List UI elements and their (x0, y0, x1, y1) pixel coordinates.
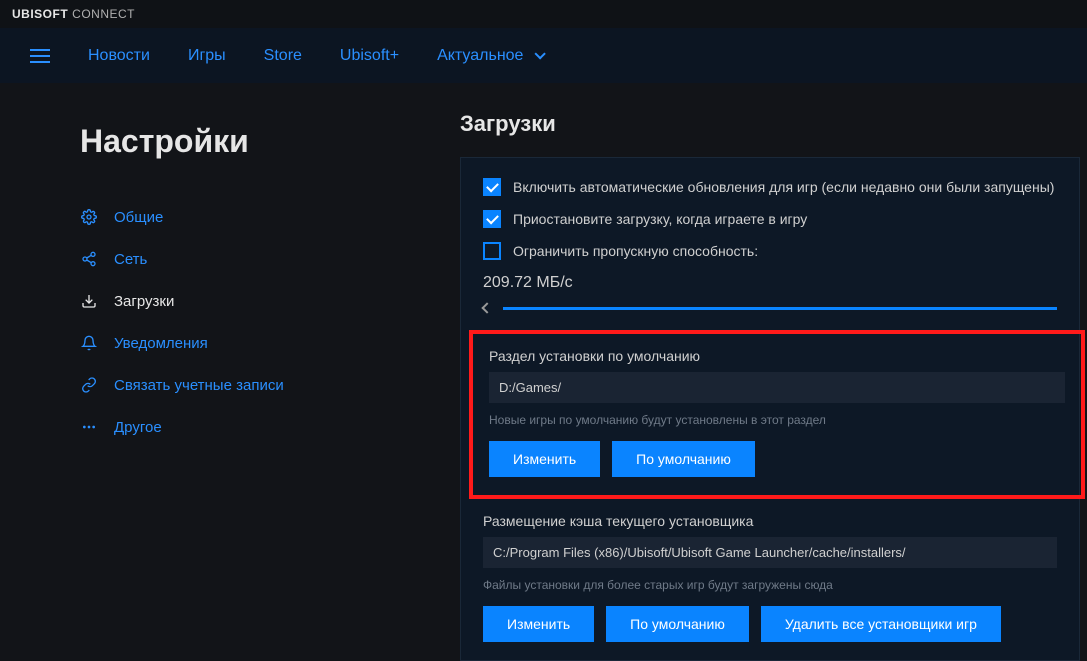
cache-path-label: Размещение кэша текущего установщика (483, 513, 1057, 529)
main-content: Загрузки Включить автоматические обновле… (440, 83, 1087, 637)
sidebar-item-link-accounts[interactable]: Связать учетные записи (80, 364, 410, 406)
bell-icon (80, 334, 98, 352)
default-install-path-button[interactable]: По умолчанию (612, 441, 755, 477)
sidebar-item-label: Общие (114, 209, 163, 226)
nav-news[interactable]: Новости (88, 47, 150, 65)
window-titlebar: UBISOFT CONNECT (0, 0, 1087, 28)
gear-icon (80, 208, 98, 226)
bandwidth-slider[interactable] (483, 304, 1057, 312)
settings-sidebar: Настройки Общие Сеть Загрузки Уведомлени… (0, 83, 440, 637)
install-path-hint: Новые игры по умолчанию будут установлен… (489, 413, 1065, 427)
brand-light: CONNECT (72, 7, 135, 21)
sidebar-item-label: Загрузки (114, 293, 174, 310)
slider-track[interactable] (503, 307, 1057, 310)
nav-ubisoftplus[interactable]: Ubisoft+ (340, 47, 399, 65)
bandwidth-value: 209.72 МБ/с (483, 274, 1057, 292)
nav-actual[interactable]: Актуальное (437, 47, 542, 65)
menu-icon[interactable] (30, 49, 50, 63)
cache-section: Размещение кэша текущего установщика Фай… (483, 513, 1057, 642)
downloads-panel: Включить автоматические обновления для и… (460, 157, 1080, 661)
dots-icon (80, 418, 98, 436)
chevron-left-icon[interactable] (481, 302, 492, 313)
cache-path-hint: Файлы установки для более старых игр буд… (483, 578, 1057, 592)
install-path-highlight: Раздел установки по умолчанию Новые игры… (469, 330, 1085, 499)
checkbox-icon[interactable] (483, 242, 501, 260)
download-icon (80, 292, 98, 310)
change-install-path-button[interactable]: Изменить (489, 441, 600, 477)
install-path-label: Раздел установки по умолчанию (489, 348, 1065, 364)
sidebar-item-label: Другое (114, 419, 162, 436)
link-icon (80, 376, 98, 394)
cache-path-input[interactable] (483, 537, 1057, 568)
nav-games[interactable]: Игры (188, 47, 226, 65)
sidebar-item-label: Сеть (114, 251, 147, 268)
sidebar-item-downloads[interactable]: Загрузки (80, 280, 410, 322)
sidebar-item-network[interactable]: Сеть (80, 238, 410, 280)
sidebar-item-other[interactable]: Другое (80, 406, 410, 448)
sidebar-item-label: Связать учетные записи (114, 377, 284, 394)
check-pause-on-play[interactable]: Приостановите загрузку, когда играете в … (483, 210, 1057, 228)
chevron-down-icon (534, 48, 545, 59)
share-icon (80, 250, 98, 268)
top-nav: Новости Игры Store Ubisoft+ Актуальное (0, 28, 1087, 83)
check-auto-updates[interactable]: Включить автоматические обновления для и… (483, 178, 1057, 196)
install-path-input[interactable] (489, 372, 1065, 403)
sidebar-item-general[interactable]: Общие (80, 196, 410, 238)
brand-bold: UBISOFT (12, 7, 68, 21)
sidebar-item-label: Уведомления (114, 335, 208, 352)
nav-store[interactable]: Store (264, 47, 302, 65)
sidebar-item-notifications[interactable]: Уведомления (80, 322, 410, 364)
section-heading: Загрузки (460, 111, 1087, 137)
page-title: Настройки (80, 123, 410, 160)
check-limit-bandwidth[interactable]: Ограничить пропускную способность: (483, 242, 1057, 260)
checkbox-icon[interactable] (483, 178, 501, 196)
checkbox-icon[interactable] (483, 210, 501, 228)
